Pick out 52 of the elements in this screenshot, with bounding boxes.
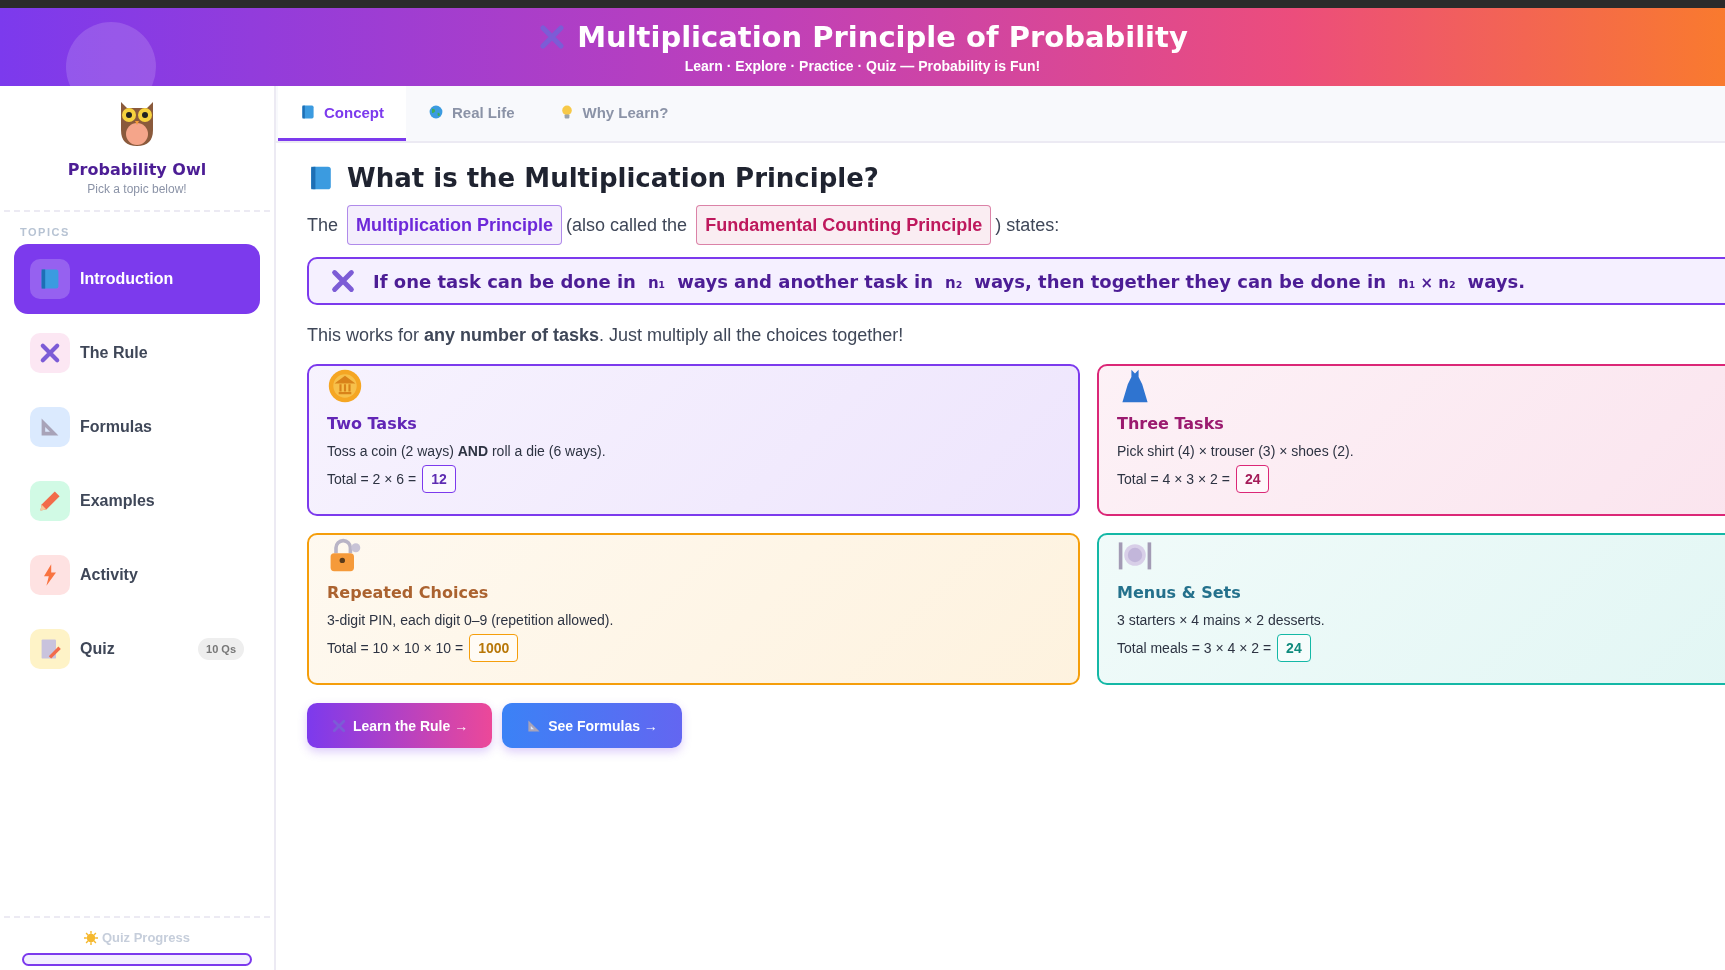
- card-description: 3-digit PIN, each digit 0–9 (repetition allowed).: [327, 612, 615, 628]
- sidebar-item[interactable]: Formulas: [14, 392, 260, 462]
- total-formula: Total = 4 × 3 × 2 =: [1117, 471, 1230, 487]
- tab[interactable]: Why Learn?: [536, 86, 691, 141]
- sidebar-item[interactable]: Activity: [14, 540, 260, 610]
- answer-value: 1000: [469, 634, 519, 662]
- card-title: Two Tasks: [327, 414, 418, 433]
- answer-value: 24: [1235, 465, 1270, 493]
- card-description: Toss a coin (2 ways) AND roll a die (6 ways).: [327, 443, 607, 459]
- page-subtitle: Learn · Explore · Practice · Quiz — Probability is Fun!: [684, 58, 1041, 74]
- cross-icon: [38, 341, 62, 365]
- note-text: This works for any number of tasks. Just multiply all the choices together!: [307, 325, 905, 346]
- sidebar-item[interactable]: Examples: [14, 466, 260, 536]
- total-formula: Total meals = 3 × 4 × 2 =: [1117, 640, 1272, 656]
- sidebar-item[interactable]: Quiz 10 Qs: [14, 614, 260, 684]
- total-formula: Total = 10 × 10 × 10 =: [327, 640, 464, 656]
- sidebar-item-label: The Rule: [80, 344, 149, 362]
- answer-value: 24: [1277, 634, 1311, 662]
- card-title: Repeated Choices: [327, 583, 490, 602]
- sidebar-item-label: Examples: [80, 492, 156, 510]
- sidebar-item-label: Activity: [80, 566, 139, 584]
- sidebar-item[interactable]: The Rule: [14, 318, 260, 388]
- globe-icon: [428, 104, 444, 120]
- page-title: Multiplication Principle of Probability: [577, 20, 1188, 54]
- coin-icon: [327, 368, 363, 404]
- card-description: Pick shirt (4) × trouser (3) × shoes (2).: [1117, 443, 1355, 459]
- card-title: Menus & Sets: [1117, 583, 1242, 602]
- count-badge: 10 Qs: [198, 638, 244, 660]
- card-title: Three Tasks: [1117, 414, 1225, 433]
- sidebar-item[interactable]: Introduction: [14, 244, 260, 314]
- tab[interactable]: Real Life: [406, 86, 537, 141]
- sidebar-item-label: Quiz: [80, 640, 116, 658]
- intro-paragraph: The Multiplication Principle (also called the Fundamental Counting Principle ) states:: [307, 205, 1725, 245]
- brand-tagline: Pick a topic below!: [87, 182, 187, 196]
- pencil-icon: [38, 489, 62, 513]
- nav-button[interactable]: Learn the Rule →: [307, 703, 493, 748]
- cross-icon: [329, 267, 357, 295]
- section-label: TOPICS: [20, 226, 71, 238]
- total-formula: Total = 2 × 6 =: [327, 471, 417, 487]
- sun-icon: [83, 930, 98, 945]
- book-icon: [300, 104, 316, 120]
- nav-button[interactable]: See Formulas →: [502, 703, 682, 748]
- tab[interactable]: Concept: [278, 86, 406, 141]
- sidebar-item-label: Formulas: [80, 418, 153, 436]
- card-description: 3 starters × 4 mains × 2 desserts.: [1117, 612, 1326, 628]
- brand-name: Probability Owl: [67, 160, 207, 179]
- cross-icon: [331, 717, 347, 734]
- progress-label: Quiz Progress: [101, 930, 191, 945]
- sidebar-item-label: Introduction: [80, 270, 175, 288]
- answer-value: 12: [422, 465, 456, 493]
- rule-statement: If one task can be done in n₁ ways and another task in n₂ ways, then together they can be done in n₁ × n₂ ways.: [373, 270, 1526, 292]
- section-heading: What is the Multiplication Principle?: [347, 163, 879, 193]
